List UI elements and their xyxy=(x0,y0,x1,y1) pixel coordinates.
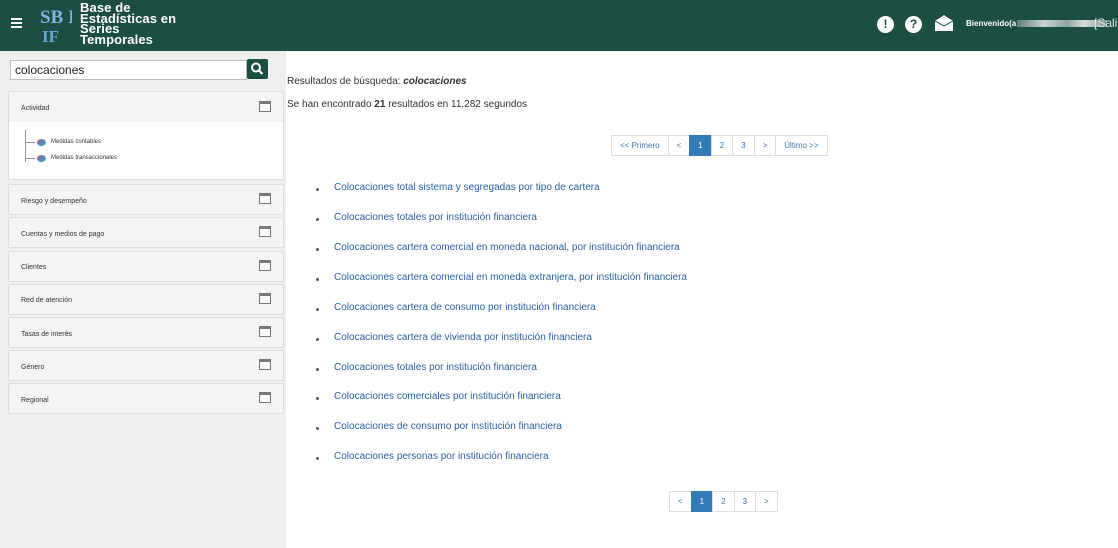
top-header: SB IF IF Base de Estadísticas en Series … xyxy=(0,0,1118,51)
menu-icon[interactable] xyxy=(11,18,22,28)
bullet xyxy=(316,457,319,460)
bullet xyxy=(316,308,319,311)
section-riesgo[interactable]: Riesgo y desempeño xyxy=(8,184,284,215)
result-link[interactable]: Colocaciones cartera comercial en moneda… xyxy=(334,242,680,253)
result-link[interactable]: Colocaciones comerciales por institución… xyxy=(334,391,561,402)
calendar-icon[interactable] xyxy=(259,226,271,237)
welcome-label: Bienvenido(a xyxy=(966,19,1017,28)
page-2[interactable]: 2 xyxy=(712,491,735,512)
result-link[interactable]: Colocaciones cartera de consumo por inst… xyxy=(334,302,596,313)
count-prefix: Se han encontrado xyxy=(287,99,372,110)
bullet xyxy=(316,218,319,221)
bullet xyxy=(316,427,319,430)
page-prev[interactable]: < xyxy=(669,491,692,512)
calendar-icon[interactable] xyxy=(259,101,271,112)
section-label: Clientes xyxy=(21,264,47,271)
results-heading-prefix: Resultados de búsqueda: xyxy=(287,76,401,87)
calendar-icon[interactable] xyxy=(259,359,271,370)
result-link[interactable]: Colocaciones personas por institución fi… xyxy=(334,451,549,462)
result-link[interactable]: Colocaciones de consumo por institución … xyxy=(334,421,562,432)
logout-link[interactable]: [Sali xyxy=(1094,16,1117,30)
search-button[interactable] xyxy=(247,59,268,79)
chart-icon xyxy=(37,139,46,146)
results-heading: Resultados de búsqueda: colocaciones xyxy=(287,76,467,87)
bullet xyxy=(316,188,319,191)
result-link[interactable]: Colocaciones totales por institución fin… xyxy=(334,212,537,223)
bullet xyxy=(316,248,319,251)
count-value: 21 xyxy=(374,99,386,110)
page-3[interactable]: 3 xyxy=(733,491,757,512)
calendar-icon[interactable] xyxy=(259,260,271,271)
section-regional[interactable]: Regional xyxy=(8,383,284,414)
section-cuentas[interactable]: Cuentas y medios de pago xyxy=(8,217,284,248)
page-prev[interactable]: < xyxy=(667,135,691,156)
section-clientes[interactable]: Clientes xyxy=(8,251,284,282)
bullet xyxy=(316,397,319,400)
pagination-top: << Primero < 1 2 3 > Último >> xyxy=(611,135,828,156)
search-icon xyxy=(251,62,264,75)
section-actividad[interactable]: Actividad xyxy=(8,91,284,123)
result-link[interactable]: Colocaciones totales por institución fin… xyxy=(334,362,537,373)
page-last[interactable]: Último >> xyxy=(775,135,828,156)
result-link[interactable]: Colocaciones total sistema y segregadas … xyxy=(334,182,600,193)
page-2[interactable]: 2 xyxy=(710,135,734,156)
calendar-icon[interactable] xyxy=(259,293,271,304)
result-link[interactable]: Colocaciones cartera comercial en moneda… xyxy=(334,272,687,283)
calendar-icon[interactable] xyxy=(259,326,271,337)
section-label: Red de atención xyxy=(21,297,72,304)
sbif-logo-icon: SB IF IF xyxy=(38,5,72,45)
bullet xyxy=(316,338,319,341)
help-icon[interactable]: ? xyxy=(905,16,922,33)
mail-icon[interactable] xyxy=(934,14,954,32)
section-actividad-body: Medidas contables Medidas transaccionale… xyxy=(8,122,284,180)
tree-connector xyxy=(25,158,35,159)
page-3[interactable]: 3 xyxy=(732,135,755,156)
svg-text:SB IF: SB IF xyxy=(40,7,72,28)
tree-connector xyxy=(25,142,35,143)
welcome-text: Bienvenido(a xyxy=(966,19,1108,28)
app-title-line-4: Temporales xyxy=(80,31,154,47)
page-next[interactable]: > xyxy=(753,135,777,156)
section-label: Cuentas y medios de pago xyxy=(21,231,105,238)
pagination-bottom: < 1 2 3 > xyxy=(669,491,778,512)
chart-icon xyxy=(37,155,46,162)
calendar-icon[interactable] xyxy=(259,193,271,204)
tree-item-medidas-transaccionales[interactable]: Medidas transaccionales xyxy=(51,155,117,161)
page-next[interactable]: > xyxy=(755,491,778,512)
section-label: Riesgo y desempeño xyxy=(21,198,87,205)
search-term: colocaciones xyxy=(403,76,467,87)
section-red-atencion[interactable]: Red de atención xyxy=(8,284,284,315)
page-first[interactable]: << Primero xyxy=(611,135,669,156)
section-tasas[interactable]: Tasas de interés xyxy=(8,317,284,348)
calendar-icon[interactable] xyxy=(259,392,271,403)
page-1[interactable]: 1 xyxy=(689,135,712,156)
svg-text:IF: IF xyxy=(42,27,59,45)
bullet xyxy=(316,278,319,281)
page-1[interactable]: 1 xyxy=(690,491,714,512)
app-title: Base de Estadísticas en Series Temporale… xyxy=(80,1,176,47)
search-input[interactable]: colocaciones xyxy=(10,60,247,80)
tree-item-medidas-contables[interactable]: Medidas contables xyxy=(51,139,101,145)
section-genero[interactable]: Género xyxy=(8,350,284,381)
section-label: Actividad xyxy=(21,105,50,112)
count-suffix: resultados en 11.282 segundos xyxy=(388,99,528,110)
results-count: Se han encontrado 21 resultados en 11.28… xyxy=(287,99,527,110)
alert-icon[interactable]: ! xyxy=(877,16,894,33)
result-link[interactable]: Colocaciones cartera de vivienda por ins… xyxy=(334,332,592,343)
section-label: Género xyxy=(21,364,45,371)
section-label: Regional xyxy=(21,397,49,404)
section-label: Tasas de interés xyxy=(21,331,72,338)
bullet xyxy=(316,368,319,371)
